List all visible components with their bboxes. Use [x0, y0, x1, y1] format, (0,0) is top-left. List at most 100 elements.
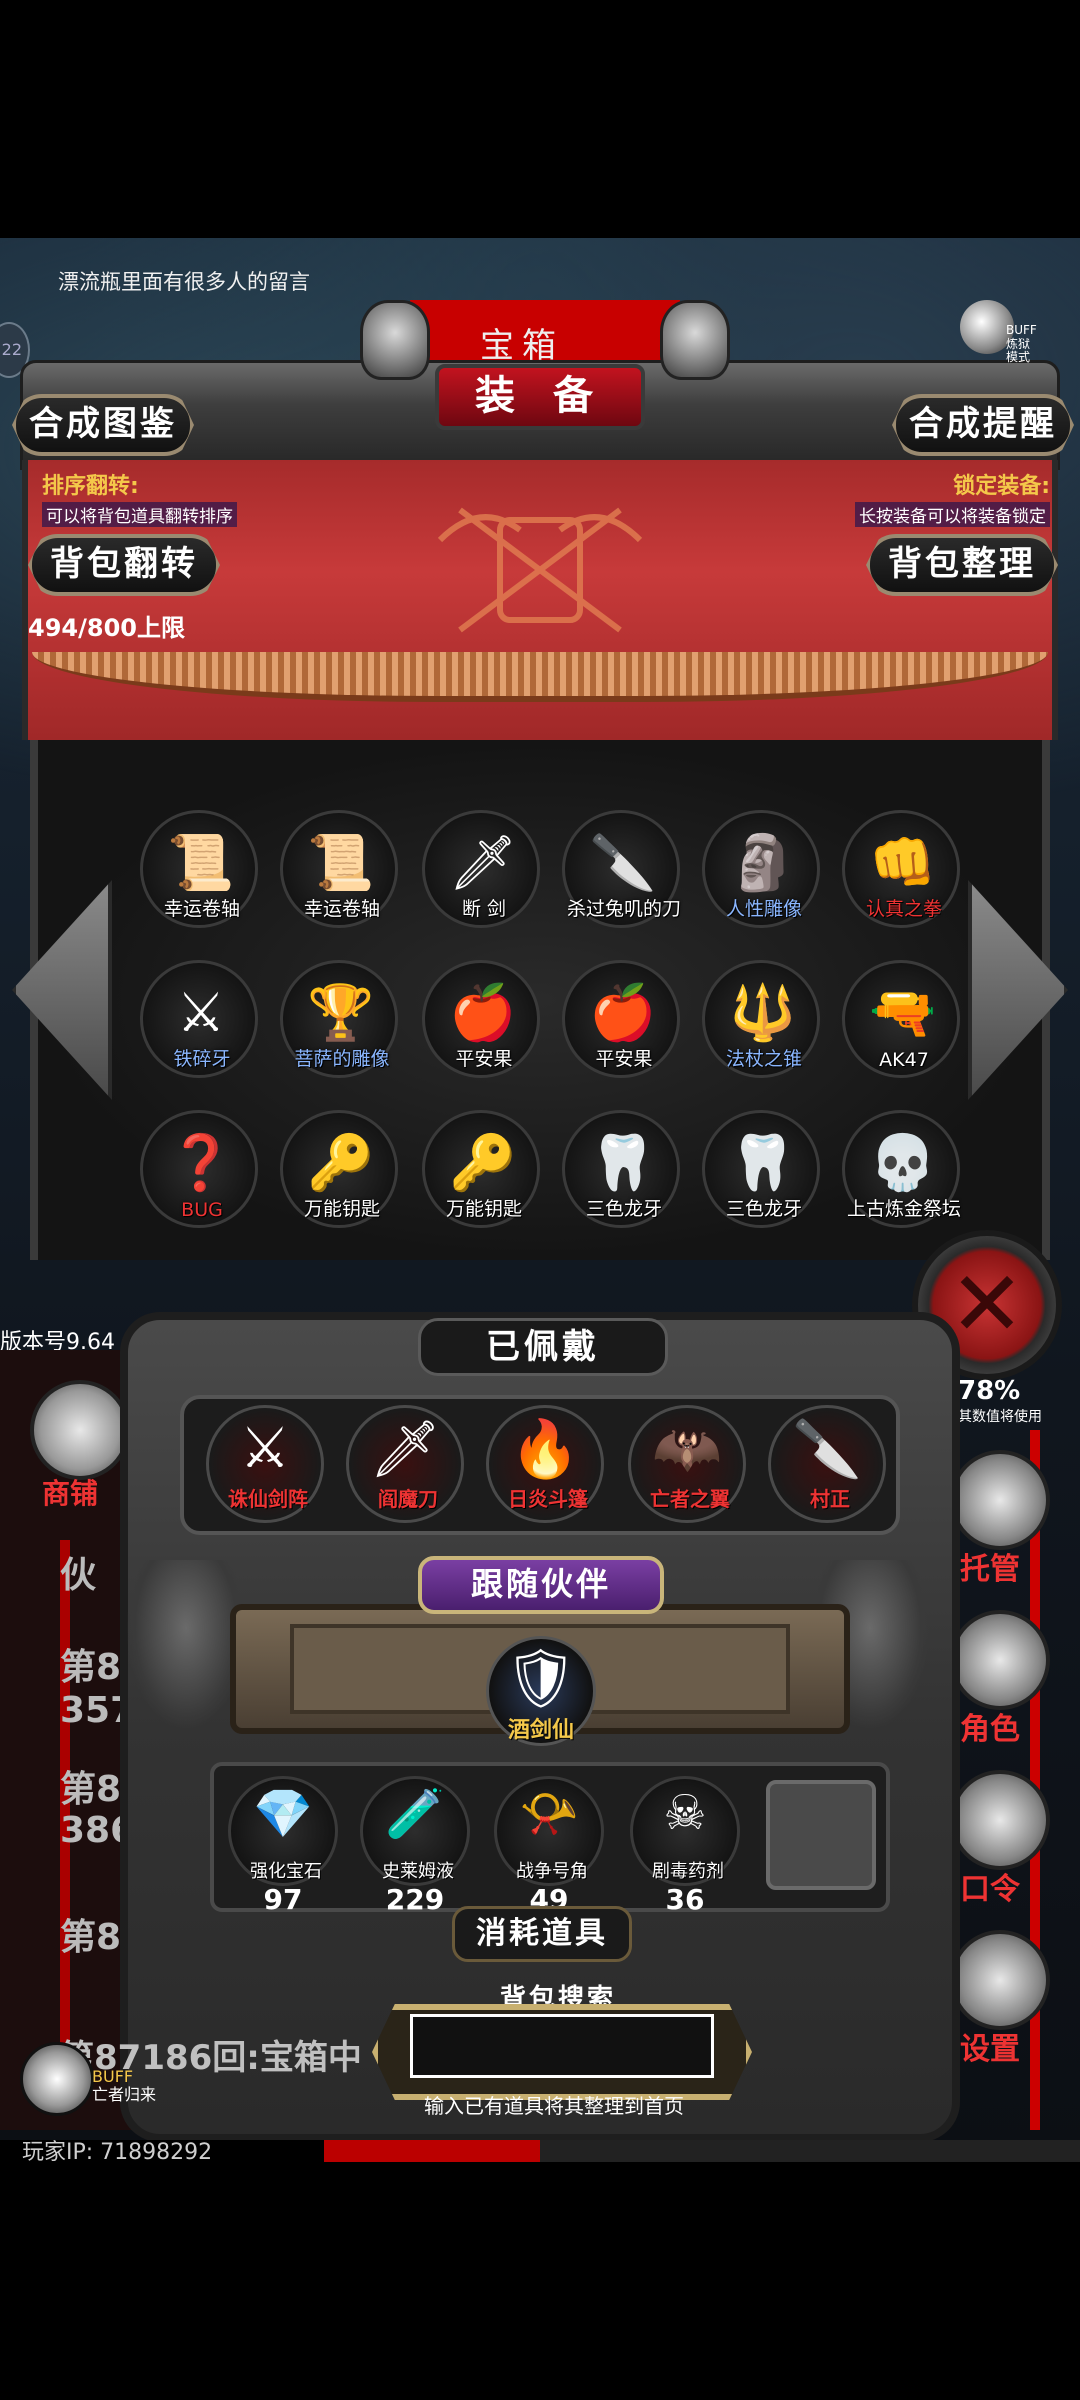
equipped-slot[interactable]: 🔥 日炎斗篷	[486, 1405, 604, 1523]
consumable-name: 战争号角	[516, 1861, 588, 1882]
bag-flip-button[interactable]: 背包翻转	[28, 534, 220, 596]
gem-icon: 💎	[253, 1786, 313, 1842]
statue-icon: 🗿	[729, 831, 797, 894]
search-hint: 输入已有道具将其整理到首页	[424, 2094, 684, 2118]
lock-equip-title: 锁定装备:	[953, 474, 1050, 499]
equipped-slot[interactable]: ⚔ 诛仙剑阵	[206, 1405, 324, 1523]
follow-companion-title: 跟随伙伴	[418, 1556, 664, 1614]
right-partial-sub: 其数值将使用	[958, 1409, 1042, 1425]
cloak-icon: 🔥	[510, 1417, 580, 1482]
equipped-slot[interactable]: 🗡 阎魔刀	[346, 1405, 464, 1523]
buff2-line1: BUFF	[92, 2067, 134, 2086]
equipped-item-name: 亡者之翼	[650, 1487, 730, 1511]
crossed-swords-emblem-icon	[437, 507, 643, 633]
side-button-label[interactable]: 设置	[960, 2024, 1020, 2068]
consumable-slot[interactable]: 📯 战争号角 49	[494, 1776, 604, 1916]
sword-array-icon: ⚔	[239, 1416, 291, 1481]
book-icon[interactable]	[950, 1770, 1050, 1870]
sort-flip-desc: 可以将背包道具翻转排序	[42, 502, 237, 527]
inventory-slot[interactable]: 🗡 断 剑	[422, 810, 540, 928]
inventory-item-name: 平安果	[455, 1048, 513, 1070]
inventory-slot[interactable]: ❓ BUG	[140, 1110, 258, 1228]
tip-text: 漂流瓶里面有很多人的留言	[58, 270, 310, 294]
left-text-0: 伙	[60, 1555, 97, 1596]
inventory-slot[interactable]: 🍎 平安果	[562, 960, 680, 1078]
equipped-slot[interactable]: 🔪 村正	[768, 1405, 886, 1523]
scroll-icon: 📜	[167, 831, 235, 894]
inventory-slot[interactable]: 🔫 AK47	[842, 960, 960, 1078]
equipped-slot[interactable]: 🦇 亡者之翼	[628, 1405, 746, 1523]
inventory-item-name: 认真之拳	[865, 898, 942, 920]
consumable-slot[interactable]: 💎 强化宝石 97	[228, 1776, 338, 1916]
inventory-item-name: 万能钥匙	[303, 1198, 380, 1220]
buff-badge[interactable]: BUFF 炼狱模式	[960, 300, 1040, 364]
consumable-slot[interactable]: ☠ 剧毒药剂 36	[630, 1776, 740, 1916]
inventory-item-name: 三色龙牙	[585, 1198, 662, 1220]
blade-icon: ⚔	[176, 981, 226, 1044]
inventory-slot[interactable]: 🔱 法杖之锥	[702, 960, 820, 1078]
left-text-5: 第8	[60, 1917, 122, 1958]
shop-label[interactable]: 商铺	[42, 1472, 98, 1512]
inventory-slot[interactable]: 🗿 人性雕像	[702, 810, 820, 928]
blade-icon: 🔪	[792, 1417, 862, 1482]
bag-sort-button[interactable]: 背包整理	[866, 534, 1058, 596]
knight-icon: 🛡	[504, 1644, 578, 1712]
side-button-label[interactable]: 托管	[960, 1544, 1020, 1588]
gear-icon[interactable]	[950, 1930, 1050, 2030]
inventory-slot[interactable]: 🦷 三色龙牙	[702, 1110, 820, 1228]
wing-icon: 🦇	[652, 1417, 722, 1482]
shop-icon[interactable]	[30, 1380, 130, 1480]
inventory-slot[interactable]: 🔑 万能钥匙	[280, 1110, 398, 1228]
poison-icon: ☠	[663, 1785, 707, 1841]
dragon-fang-icon: 🦷	[589, 1131, 657, 1194]
inventory-item-name: 断 剑	[461, 898, 507, 920]
inventory-slot[interactable]: ⚔ 铁碎牙	[140, 960, 258, 1078]
skull-buff-icon[interactable]	[20, 2042, 94, 2116]
inventory-item-name: 幸运卷轴	[163, 898, 240, 920]
inventory-slot[interactable]: 📜 幸运卷轴	[140, 810, 258, 928]
inventory-slot[interactable]: 🦷 三色龙牙	[562, 1110, 680, 1228]
companion-name: 酒剑仙	[507, 1718, 574, 1743]
empty-consumable-slot[interactable]	[766, 1780, 876, 1890]
inventory-slot[interactable]: 🍎 平安果	[422, 960, 540, 1078]
inventory-slot[interactable]: 🏆 菩萨的雕像	[280, 960, 398, 1078]
consumable-count: 36	[665, 1883, 705, 1916]
horn-icon: 📯	[519, 1786, 579, 1842]
inventory-item-name: AK47	[879, 1049, 929, 1071]
right-partial-text: 78%	[958, 1376, 1021, 1406]
buff2-label: BUFF 亡者归来	[92, 2068, 156, 2104]
side-button-label[interactable]: 角色	[960, 1704, 1020, 1748]
side-button-label[interactable]: 口令	[960, 1864, 1020, 1908]
inventory-slot[interactable]: 👊 认真之拳	[842, 810, 960, 928]
inventory-slot[interactable]: 🔪 杀过兔叽的刀	[562, 810, 681, 928]
inventory-item-name: 万能钥匙	[445, 1198, 522, 1220]
broken-sword-icon: 🗡	[448, 831, 518, 894]
equip-banner: 装 备	[435, 364, 645, 430]
equipped-item-name: 日炎斗篷	[508, 1487, 588, 1511]
right-skull-ornament	[660, 300, 730, 380]
scroll-icon: 📜	[307, 831, 375, 894]
bug-icon: ❓	[167, 1131, 235, 1194]
hood-icon[interactable]	[950, 1610, 1050, 1710]
sort-flip-title: 排序翻转:	[42, 474, 139, 499]
consumables-title: 消耗道具	[452, 1906, 632, 1962]
inventory-slot[interactable]: 🔑 万能钥匙	[422, 1110, 540, 1228]
apple-icon: 🍎	[449, 981, 517, 1044]
inventory-item-name: 杀过兔叽的刀	[566, 898, 681, 920]
inventory-item-name: 上古炼金祭坛	[846, 1198, 961, 1220]
inventory-item-name: 平安果	[595, 1048, 653, 1070]
inventory-item-name: 人性雕像	[725, 898, 802, 920]
equipped-item-name: 诛仙剑阵	[228, 1487, 308, 1511]
consumable-slot[interactable]: 🧪 史莱姆液 229	[360, 1776, 470, 1916]
inventory-slot[interactable]: 💀 上古炼金祭坛	[842, 1110, 961, 1228]
consumable-name: 剧毒药剂	[652, 1861, 724, 1882]
inventory-slot[interactable]: 📜 幸运卷轴	[280, 810, 398, 928]
capacity-text: 494/800上限	[28, 614, 185, 642]
key-icon: 🔑	[449, 1131, 517, 1194]
rifle-icon: 🔫	[869, 981, 937, 1044]
consumable-count: 229	[385, 1883, 445, 1916]
bag-search-input[interactable]	[410, 2014, 714, 2078]
dice-icon[interactable]	[950, 1450, 1050, 1550]
synthesis-book-button[interactable]: 合成图鉴	[12, 394, 194, 456]
synthesis-reminder-button[interactable]: 合成提醒	[892, 394, 1074, 456]
